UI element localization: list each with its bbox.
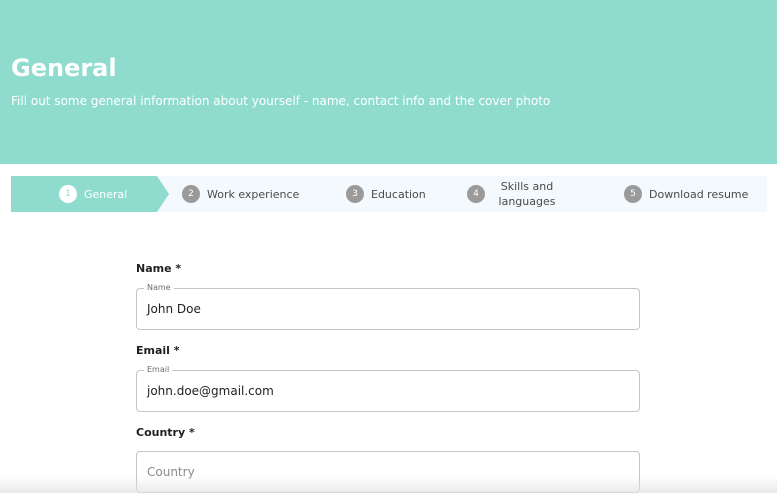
page-header: General Fill out some general informatio…	[0, 0, 777, 164]
step-skills-and-languages[interactable]: 4 Skills and languages	[467, 176, 562, 212]
country-label: Country *	[136, 426, 195, 439]
step-general[interactable]: 1 General	[59, 176, 127, 212]
name-label: Name *	[136, 262, 182, 275]
email-label: Email *	[136, 344, 180, 357]
bottom-fade	[0, 475, 777, 493]
step-number-badge: 5	[624, 185, 642, 203]
step-work-experience[interactable]: 2 Work experience	[182, 176, 299, 212]
step-label: Skills and languages	[498, 180, 556, 208]
page-title: General	[11, 54, 117, 82]
page-subtitle: Fill out some general information about …	[11, 94, 551, 108]
step-education[interactable]: 3 Education	[346, 176, 426, 212]
email-field-value: john.doe@gmail.com	[147, 384, 274, 398]
step-label: Work experience	[207, 187, 300, 201]
step-number-badge: 3	[346, 185, 364, 203]
name-field[interactable]: Name John Doe	[136, 283, 640, 330]
name-field-value: John Doe	[147, 302, 201, 316]
step-label: General	[84, 187, 128, 201]
step-label: Download resume	[649, 187, 749, 201]
step-number-badge: 1	[59, 185, 77, 203]
step-download-resume[interactable]: 5 Download resume	[624, 176, 748, 212]
step-number-badge: 4	[467, 185, 485, 203]
step-label: Education	[371, 187, 426, 201]
progress-stepper: 1 General 2 Work experience 3 Education …	[11, 176, 767, 212]
step-number-badge: 2	[182, 185, 200, 203]
email-field[interactable]: Email john.doe@gmail.com	[136, 365, 640, 412]
